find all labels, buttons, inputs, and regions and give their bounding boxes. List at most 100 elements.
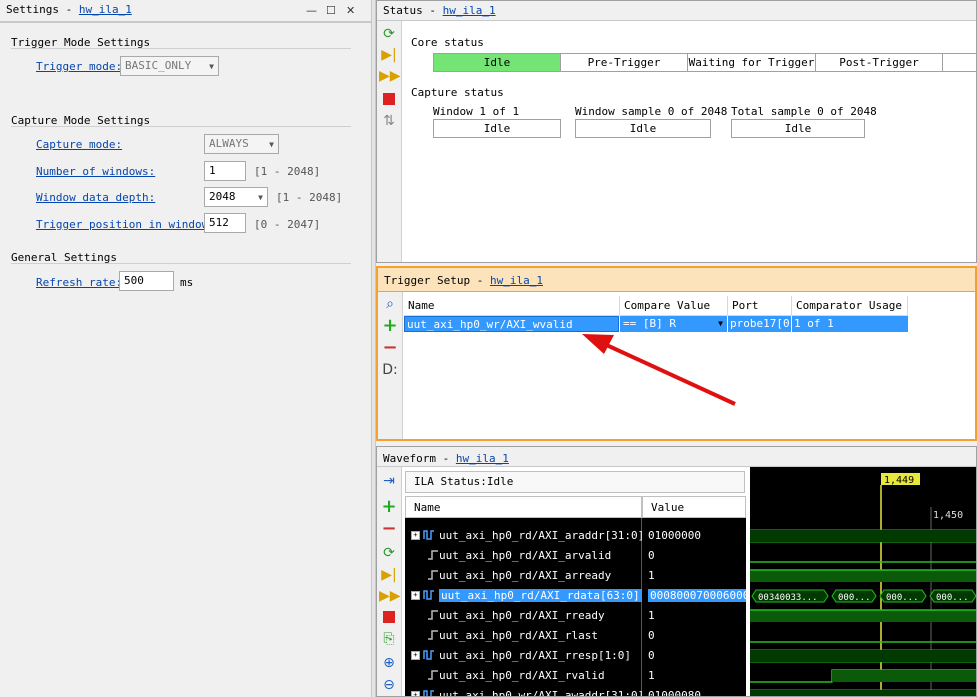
trigger-mode-select[interactable]: BASIC_ONLY ▼ bbox=[120, 56, 219, 76]
bus-segment-label: 000... bbox=[838, 593, 871, 603]
trigger-position-input[interactable]: 512 bbox=[204, 213, 246, 233]
window-depth-select[interactable]: 2048 ▼ bbox=[204, 187, 268, 207]
waveform-name-header[interactable]: Name bbox=[405, 496, 642, 518]
wire-icon bbox=[428, 670, 438, 680]
run-immediate-icon[interactable]: ▶▶ bbox=[379, 66, 401, 86]
refresh-rate-label[interactable]: Refresh rate: bbox=[36, 276, 122, 289]
remove-probe-icon[interactable]: − bbox=[379, 519, 399, 539]
waveform-title-link[interactable]: hw_ila_1 bbox=[456, 452, 509, 465]
trigger-immediate-icon[interactable]: ⇅ bbox=[379, 111, 399, 131]
zoom-out-icon[interactable]: ⊖ bbox=[379, 675, 399, 695]
signal-name: uut_axi_hp0_wr/AXI_awaddr[31:0] bbox=[439, 689, 645, 697]
expand-icon[interactable]: + bbox=[411, 531, 420, 540]
signal-value: 0 bbox=[648, 549, 655, 562]
table-row[interactable]: uut_axi_hp0_rd/AXI_arvalid 0 bbox=[405, 546, 746, 566]
auto-rerun-icon[interactable]: ⟳ bbox=[379, 543, 399, 563]
maximize-icon[interactable]: ☐ bbox=[326, 4, 336, 17]
table-row[interactable]: + uut_axi_hp0_rd/AXI_araddr[31:0] 01000000 bbox=[405, 526, 746, 546]
remove-icon[interactable]: − bbox=[380, 338, 400, 358]
bus-trace-fill bbox=[750, 530, 976, 542]
section-divider bbox=[11, 126, 351, 127]
table-row[interactable]: uut_axi_hp0_rd/AXI_rvalid 1 bbox=[405, 666, 746, 686]
capture-mode-label[interactable]: Capture mode: bbox=[36, 138, 122, 151]
expand-icon[interactable]: + bbox=[411, 591, 420, 600]
run-trigger-icon[interactable]: ▶| bbox=[379, 45, 399, 65]
col-usage[interactable]: Comparator Usage bbox=[792, 296, 908, 316]
col-port[interactable]: Port bbox=[728, 296, 792, 316]
stop-icon[interactable] bbox=[379, 89, 399, 109]
window-sample-value: Idle bbox=[575, 119, 711, 138]
trigger-setup-header: Trigger Setup - hw_ila_1 bbox=[378, 268, 975, 292]
signal-name: uut_axi_hp0_rd/AXI_rresp[1:0] bbox=[439, 649, 632, 662]
collapse-icon[interactable]: ⇥ bbox=[379, 471, 399, 491]
cursor-label: 1,449 bbox=[884, 475, 914, 486]
trigger-row-usage: 1 of 1 bbox=[792, 316, 908, 332]
signal-trace-fill bbox=[750, 570, 976, 582]
refresh-rate-input[interactable]: 500 bbox=[119, 271, 174, 291]
signal-name: uut_axi_hp0_rd/AXI_rready bbox=[439, 609, 605, 622]
waveform-title: Waveform - hw_ila_1 bbox=[383, 452, 509, 465]
trigger-position-label[interactable]: Trigger position in window: bbox=[36, 218, 215, 231]
table-row[interactable]: + uut_axi_hp0_rd/AXI_rresp[1:0] 0 bbox=[405, 646, 746, 666]
search-icon[interactable]: ⌕ bbox=[380, 294, 400, 314]
signal-name: uut_axi_hp0_rd/AXI_rlast bbox=[439, 629, 598, 642]
state-pre-trigger: Pre-Trigger bbox=[560, 53, 688, 72]
table-row[interactable]: + uut_axi_hp0_wr/AXI_awaddr[31:0] 01000080 bbox=[405, 686, 746, 697]
section-divider bbox=[11, 263, 351, 264]
window-depth-label[interactable]: Window data depth: bbox=[36, 191, 155, 204]
expand-icon[interactable]: + bbox=[411, 651, 420, 660]
trigger-setup-title-link[interactable]: hw_ila_1 bbox=[490, 274, 543, 287]
bus-icon bbox=[423, 690, 434, 696]
waveform-canvas[interactable]: 1,449 1,450 00340033... 000... 000... 000..… bbox=[750, 467, 977, 697]
table-row[interactable]: uut_axi_hp0_rd/AXI_rready 1 bbox=[405, 606, 746, 626]
table-row[interactable]: + uut_axi_hp0_rd/AXI_rdata[63:0] 000800070… bbox=[405, 586, 746, 606]
section-divider bbox=[11, 48, 351, 49]
expand-icon[interactable]: + bbox=[411, 691, 420, 696]
run-immediate-icon[interactable]: ▶▶ bbox=[379, 586, 401, 606]
state-waiting: Waiting for Trigger bbox=[687, 53, 816, 72]
export-icon[interactable]: ⎘ bbox=[379, 629, 399, 649]
waveform-plot: 1,449 1,450 00340033... 000... 000... 000..… bbox=[750, 467, 977, 697]
waveform-header: Waveform - hw_ila_1 bbox=[377, 447, 976, 467]
num-windows-label[interactable]: Number of windows: bbox=[36, 165, 155, 178]
table-row[interactable]: uut_axi_hp0_rd/AXI_arready 1 bbox=[405, 566, 746, 586]
zoom-in-icon[interactable]: ⊕ bbox=[379, 653, 399, 673]
window-value: Idle bbox=[433, 119, 561, 138]
window-label: Window 1 of 1 bbox=[433, 105, 520, 118]
signal-name: uut_axi_hp0_rd/AXI_arvalid bbox=[439, 549, 612, 562]
signal-value: 0008000700060005 bbox=[648, 589, 746, 602]
num-windows-input[interactable]: 1 bbox=[204, 161, 246, 181]
run-trigger-icon[interactable]: ▶| bbox=[379, 565, 399, 585]
signal-value: 01000080 bbox=[648, 689, 701, 697]
auto-rerun-icon[interactable]: ⟳ bbox=[379, 24, 399, 44]
time-label: 1,450 bbox=[933, 510, 963, 521]
waveform-toolbar: ⇥ + − ⟳ ▶| ▶▶ ⎘ ⊕ ⊖ bbox=[377, 467, 402, 696]
core-status-label: Core status bbox=[411, 36, 484, 49]
status-title-link[interactable]: hw_ila_1 bbox=[443, 4, 496, 17]
add-probe-icon[interactable]: + bbox=[379, 497, 399, 517]
refresh-rate-unit: ms bbox=[180, 276, 194, 289]
bus-icon bbox=[423, 650, 434, 660]
trigger-mode-label[interactable]: Trigger mode: bbox=[36, 60, 122, 73]
waveform-signal-list: + uut_axi_hp0_rd/AXI_araddr[31:0] 01000000… bbox=[405, 518, 746, 697]
table-row[interactable]: uut_axi_hp0_rd/AXI_rlast 0 bbox=[405, 626, 746, 646]
settings-title-link[interactable]: hw_ila_1 bbox=[79, 3, 132, 16]
annotation-arrow bbox=[582, 334, 736, 406]
wave-traces: 00340033... 000... 000... 000... bbox=[750, 529, 976, 696]
col-name[interactable]: Name bbox=[404, 296, 620, 316]
signal-value: 1 bbox=[648, 569, 655, 582]
signal-value: 0 bbox=[648, 649, 655, 662]
signal-trace-fill bbox=[750, 610, 976, 622]
add-icon[interactable]: + bbox=[380, 316, 400, 336]
close-icon[interactable]: ✕ bbox=[346, 4, 355, 17]
ila-status-bar: ILA Status:Idle bbox=[405, 471, 745, 493]
minimize-icon[interactable]: — bbox=[306, 4, 317, 17]
bus-icon bbox=[423, 590, 434, 600]
state-post-trigger: Post-Trigger bbox=[815, 53, 943, 72]
stop-icon[interactable] bbox=[379, 607, 399, 627]
gate-icon[interactable]: D: bbox=[380, 360, 400, 380]
col-compare[interactable]: Compare Value bbox=[620, 296, 728, 316]
capture-mode-select[interactable]: ALWAYS ▼ bbox=[204, 134, 279, 154]
waveform-value-header[interactable]: Value bbox=[642, 496, 746, 518]
signal-name: uut_axi_hp0_rd/AXI_arready bbox=[439, 569, 612, 582]
